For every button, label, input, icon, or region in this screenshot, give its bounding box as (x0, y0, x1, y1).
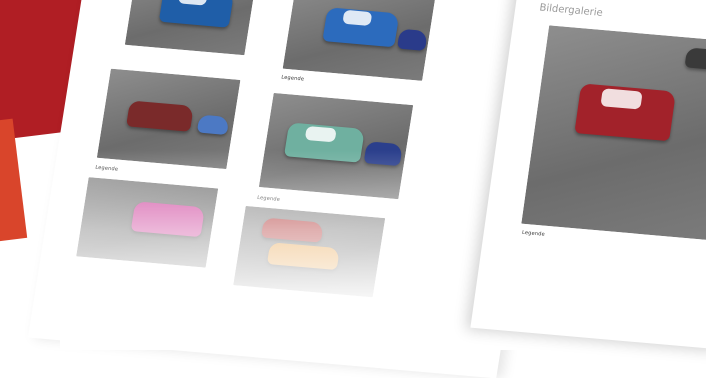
photo-thumb-teal-car[interactable] (258, 92, 414, 200)
decorative-orange-block (0, 118, 28, 242)
page-title: Bildergalerie (538, 2, 604, 19)
photo-thumb-blue-car-1[interactable] (124, 0, 257, 56)
photo-large-red-car[interactable] (521, 25, 706, 241)
photo-thumb-pink-car[interactable] (76, 177, 219, 268)
photo-thumb-red-orange-cars[interactable] (233, 205, 386, 298)
photo-thumb-blue-car-2[interactable] (282, 0, 437, 81)
photo-caption: Legende (280, 74, 305, 83)
photo-caption: Legende (94, 164, 119, 173)
photo-thumb-maroon-car[interactable] (96, 68, 241, 170)
photo-caption: Legende (256, 194, 281, 203)
photo-caption: Legende (521, 229, 546, 238)
